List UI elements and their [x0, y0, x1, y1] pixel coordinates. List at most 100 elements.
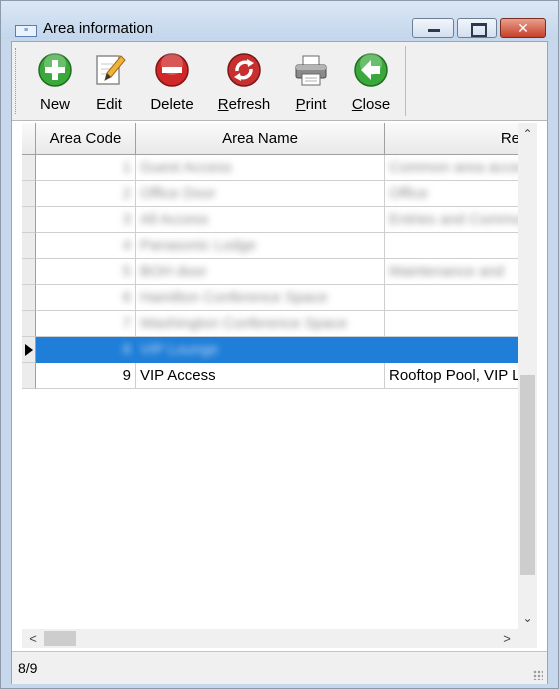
table-row[interactable]: 9 VIP Access Rooftop Pool, VIP L [22, 363, 518, 389]
row-indicator[interactable] [22, 155, 36, 181]
area-code-cell-text: 5 [122, 263, 131, 280]
area-code-cell-text: 3 [122, 211, 131, 228]
client-area: New Edit Delete Refresh Print Close Area… [11, 41, 548, 684]
remarks-cell[interactable]: Maintenance and [385, 259, 518, 285]
minimize-icon [413, 19, 453, 37]
row-indicator-header [22, 123, 36, 155]
remarks-cell[interactable] [385, 311, 518, 337]
area-code-cell-text: 7 [122, 315, 131, 332]
edit-label: Edit [96, 96, 122, 113]
row-indicator[interactable] [22, 259, 36, 285]
area-code-cell[interactable]: 7 [36, 311, 136, 337]
column-header-area-code[interactable]: Area Code [36, 123, 136, 155]
toolbar-separator [405, 46, 406, 116]
row-indicator[interactable] [22, 285, 36, 311]
edit-button[interactable]: Edit [84, 48, 134, 116]
table-row[interactable]: 4 Panasonic Lodge [22, 233, 518, 259]
scroll-down-icon[interactable]: ⌄ [518, 609, 537, 627]
area-name-cell-text: Panasonic Lodge [140, 237, 256, 254]
area-name-cell[interactable]: Guest Access [136, 155, 385, 181]
table-row[interactable]: 6 Hamilton Conference Space [22, 285, 518, 311]
remarks-cell[interactable]: Entries and Common [385, 207, 518, 233]
row-indicator[interactable] [22, 363, 36, 389]
remarks-cell[interactable] [385, 285, 518, 311]
table-row[interactable]: 5 BOH door Maintenance and [22, 259, 518, 285]
area-name-cell[interactable]: Panasonic Lodge [136, 233, 385, 259]
horizontal-scroll-thumb[interactable] [44, 631, 76, 646]
scroll-right-icon[interactable]: > [498, 629, 516, 648]
area-name-cell[interactable]: Washington Conference Space [136, 311, 385, 337]
area-name-cell[interactable]: Hamilton Conference Space [136, 285, 385, 311]
area-name-cell-text: All Access [140, 211, 209, 228]
area-name-cell[interactable]: BOH door [136, 259, 385, 285]
area-code-cell-text: 2 [122, 185, 131, 202]
area-code-cell[interactable]: 1 [36, 155, 136, 181]
area-name-cell-text: Hamilton Conference Space [140, 289, 328, 306]
close-label-rest: lose [362, 96, 391, 113]
remarks-cell[interactable]: Rooftop Pool, VIP L [385, 363, 518, 389]
scroll-up-icon[interactable]: ⌃ [518, 125, 537, 143]
remarks-cell[interactable]: Office [385, 181, 518, 207]
new-label: New [39, 96, 70, 113]
maximize-icon [458, 19, 496, 37]
area-name-cell[interactable]: All Access [136, 207, 385, 233]
printer-icon [295, 55, 327, 86]
vertical-scrollbar[interactable]: ⌃ ⌄ [518, 123, 537, 629]
area-name-cell[interactable]: VIP Lounge [136, 337, 385, 363]
print-button[interactable]: Print [286, 48, 336, 116]
area-name-cell-text: Washington Conference Space [140, 315, 348, 332]
area-code-cell[interactable]: 6 [36, 285, 136, 311]
area-name-cell[interactable]: Office Door [136, 181, 385, 207]
status-bar: 8/9 [12, 651, 547, 684]
add-circle-icon [38, 53, 72, 87]
maximize-button[interactable] [457, 18, 497, 38]
new-button[interactable]: New [30, 48, 80, 116]
table-row[interactable]: 1 Guest Access Common area access [22, 155, 518, 181]
area-code-cell[interactable]: 5 [36, 259, 136, 285]
area-code-cell[interactable]: 9 [36, 363, 136, 389]
remarks-cell[interactable]: Common area access [385, 155, 518, 181]
area-code-cell[interactable]: 4 [36, 233, 136, 259]
delete-button[interactable]: Delete [140, 48, 204, 116]
area-name-cell[interactable]: VIP Access [136, 363, 385, 389]
column-header-area-name[interactable]: Area Name [136, 123, 385, 155]
area-code-cell-text: 8 [122, 341, 131, 358]
refresh-icon [227, 53, 261, 87]
print-label: Print [286, 96, 336, 113]
area-code-cell-text: 6 [122, 289, 131, 306]
area-name-cell-text: BOH door [140, 263, 207, 280]
table-row[interactable]: 8 VIP Lounge [22, 337, 518, 363]
scroll-left-icon[interactable]: < [24, 629, 42, 648]
area-code-cell[interactable]: 2 [36, 181, 136, 207]
area-grid[interactable]: Area Code Area Name Re 1 Guest Access Comm… [22, 123, 518, 629]
resize-grip-icon[interactable] [533, 670, 543, 680]
row-indicator[interactable] [22, 311, 36, 337]
row-indicator[interactable] [22, 207, 36, 233]
close-button[interactable]: Close [344, 48, 398, 116]
close-icon: ✕ [517, 20, 529, 36]
row-indicator[interactable] [22, 233, 36, 259]
remarks-cell-text: Office [389, 185, 428, 202]
close-window-button[interactable]: ✕ [500, 18, 546, 38]
table-row[interactable]: 2 Office Door Office [22, 181, 518, 207]
vertical-scroll-thumb[interactable] [520, 375, 535, 575]
table-row[interactable]: 7 Washington Conference Space [22, 311, 518, 337]
minimize-button[interactable] [412, 18, 454, 38]
area-information-window: ≡ Area information ✕ New Edit Delete Ref… [0, 0, 559, 689]
remarks-cell-text: Common area access [389, 159, 518, 176]
refresh-button[interactable]: Refresh [210, 48, 278, 116]
title-bar[interactable]: ≡ Area information ✕ [1, 1, 558, 39]
horizontal-scrollbar[interactable]: < > [22, 629, 518, 648]
remarks-cell[interactable] [385, 233, 518, 259]
area-code-cell[interactable]: 3 [36, 207, 136, 233]
remarks-cell[interactable] [385, 337, 518, 363]
delete-label: Delete [150, 96, 194, 113]
column-header-remarks[interactable]: Re [385, 123, 518, 155]
current-row-arrow-icon [25, 344, 33, 356]
table-row[interactable]: 3 All Access Entries and Common [22, 207, 518, 233]
row-indicator[interactable] [22, 181, 36, 207]
toolbar: New Edit Delete Refresh Print Close [12, 42, 547, 121]
row-indicator[interactable] [22, 337, 36, 363]
toolbar-grip[interactable] [15, 48, 18, 114]
area-code-cell[interactable]: 8 [36, 337, 136, 363]
